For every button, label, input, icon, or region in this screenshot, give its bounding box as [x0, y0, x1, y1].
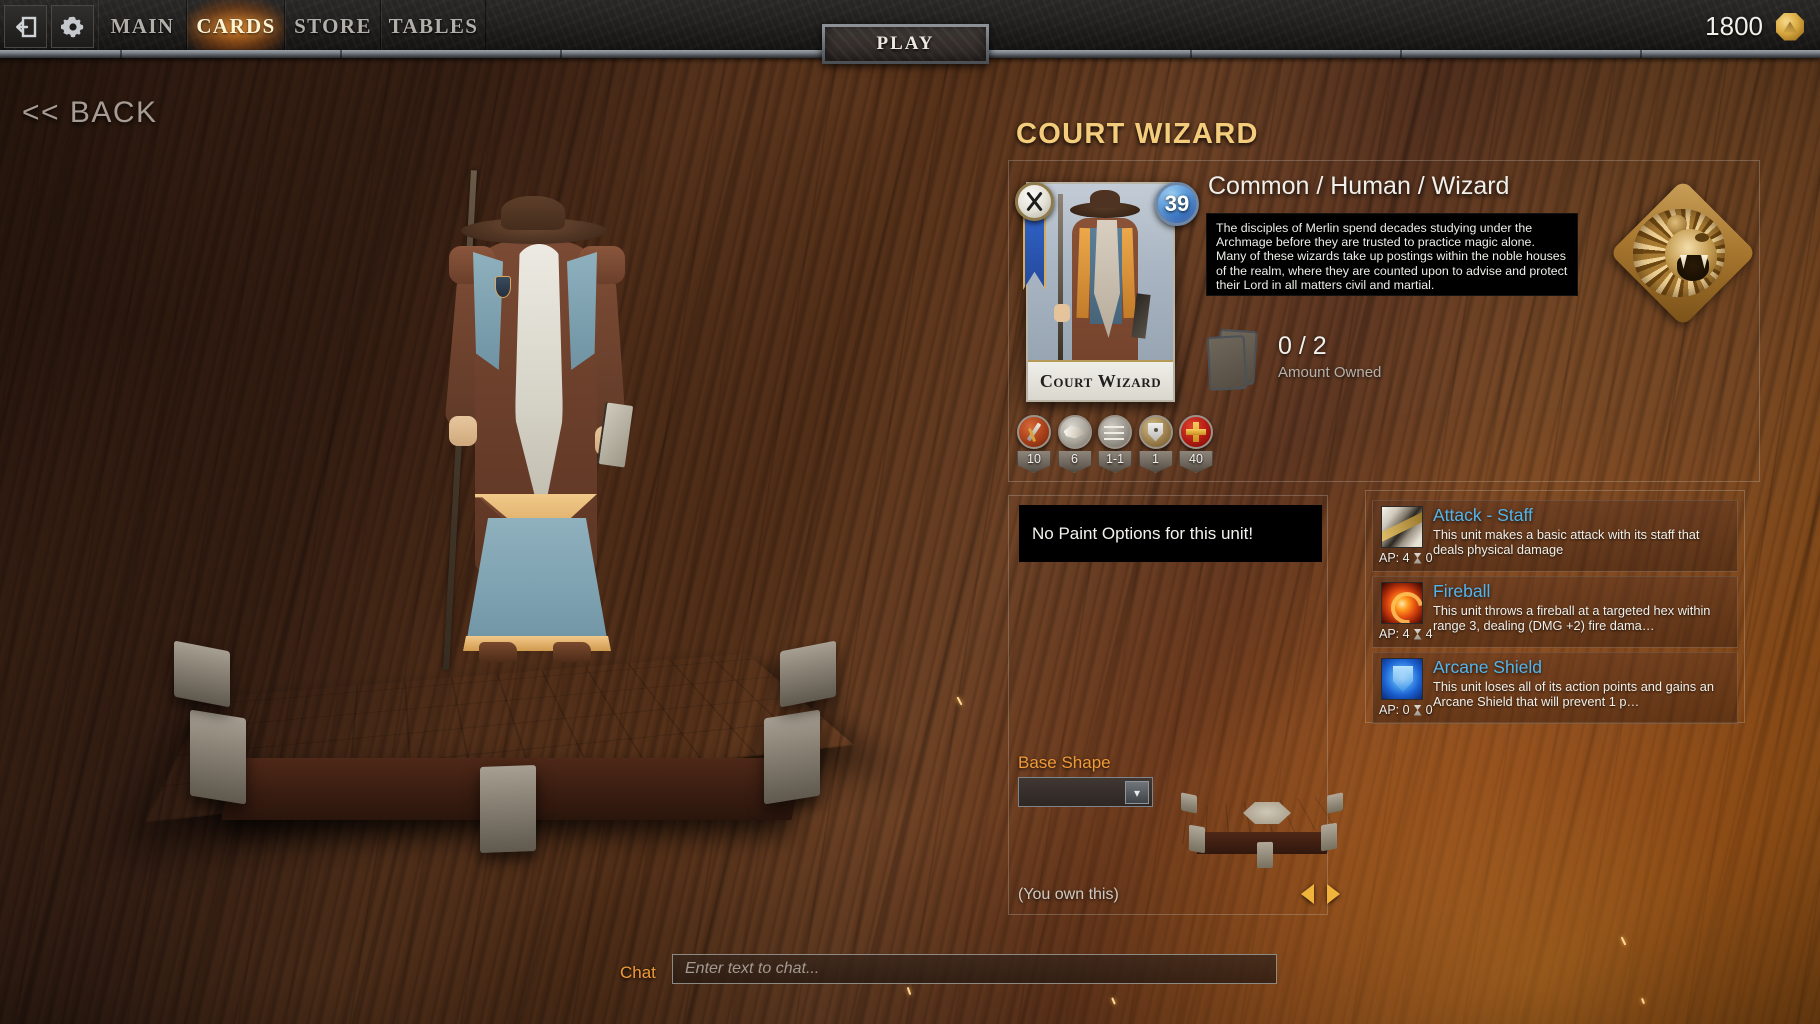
shield-icon: [1138, 415, 1173, 449]
stat-defense-value: 1: [1138, 451, 1173, 473]
ability-name: Attack - Staff: [1433, 505, 1533, 525]
card-subtitle: Common / Human / Wizard: [1208, 172, 1510, 200]
ability-cooldown: 0: [1425, 551, 1433, 565]
card-cost-gem: 39: [1155, 182, 1199, 226]
play-button-label: PLAY: [825, 27, 986, 61]
wizard-right-boot: [553, 642, 591, 662]
arrows-icon: [1098, 415, 1132, 449]
stat-attack[interactable]: 10: [1017, 415, 1051, 473]
ability-row[interactable]: AP: 4 4 Fireball This unit throws a fire…: [1372, 576, 1738, 648]
stat-health[interactable]: 40: [1179, 415, 1213, 473]
base-shape-dropdown[interactable]: ▾: [1018, 777, 1153, 807]
ability-description: This unit throws a fireball at a targete…: [1433, 603, 1711, 634]
wing-icon: [1057, 415, 1092, 449]
board-corner: [780, 640, 836, 708]
app-stage: MAIN CARDS STORE TABLES 1800 PLAY << BAC…: [0, 0, 1820, 1024]
crossed-swords-medallion-icon: [1015, 182, 1054, 221]
tab-label: CARDS: [196, 14, 276, 38]
gear-icon[interactable]: [51, 5, 94, 48]
unit-3d-viewport[interactable]: [120, 170, 920, 930]
card-lore-box: The disciples of Merlin spend decades st…: [1206, 213, 1578, 296]
ability-cost: AP: 0 0: [1379, 703, 1433, 717]
stat-attack-value: 10: [1017, 451, 1051, 473]
stat-move-value: 6: [1057, 451, 1092, 473]
ability-cost: AP: 4 0: [1379, 551, 1433, 565]
tab-label: STORE: [294, 14, 372, 38]
owned-count-label: Amount Owned: [1278, 364, 1382, 381]
board-corner: [174, 640, 230, 708]
hourglass-icon: [1413, 704, 1422, 716]
owned-cards-icon: [1206, 328, 1258, 392]
sidebar-item-tables[interactable]: TABLES: [381, 0, 486, 53]
currency-amount: 1800: [1705, 11, 1763, 41]
gold-coin-icon: [1776, 12, 1804, 41]
cross-icon: [1179, 415, 1213, 449]
base-shape-preview: [1165, 780, 1365, 890]
stat-health-value: 40: [1179, 451, 1213, 473]
exit-door-icon[interactable]: [4, 5, 47, 48]
ability-name: Fireball: [1433, 581, 1491, 601]
ability-cost: AP: 4 4: [1379, 627, 1433, 641]
hourglass-icon: [1413, 628, 1422, 640]
wizard-hat-crown: [501, 196, 565, 230]
play-button[interactable]: PLAY: [822, 24, 989, 64]
card-lore-text: The disciples of Merlin spend decades st…: [1216, 221, 1568, 292]
ability-row[interactable]: AP: 0 0 Arcane Shield This unit loses al…: [1372, 652, 1738, 724]
fireball-icon: [1381, 582, 1423, 624]
ability-ap: AP: 4: [1379, 627, 1410, 641]
chat-placeholder: Enter text to chat...: [685, 960, 820, 977]
sidebar-item-cards[interactable]: CARDS: [187, 0, 285, 53]
ability-ap: AP: 0: [1379, 703, 1410, 717]
ability-cooldown: 0: [1425, 703, 1433, 717]
ability-cooldown: 4: [1425, 627, 1433, 641]
card-cost-value: 39: [1164, 191, 1190, 216]
ability-description: This unit makes a basic attack with its …: [1433, 527, 1700, 558]
base-next-arrow-right-icon[interactable]: [1327, 884, 1340, 904]
lion-head-emblem-icon: [1609, 179, 1757, 327]
stat-defense[interactable]: 1: [1138, 415, 1173, 473]
sword-icon: [1017, 415, 1051, 449]
ability-name: Arcane Shield: [1433, 657, 1542, 677]
card-nameplate-label: Court Wizard: [1039, 370, 1162, 391]
wizard-left-collar: [473, 252, 503, 370]
ability-description: This unit loses all of its action points…: [1433, 679, 1714, 710]
owned-count-value: 0 / 2: [1278, 332, 1327, 360]
ability-row[interactable]: AP: 4 0 Attack - Staff This unit makes a…: [1372, 500, 1738, 572]
chat-input[interactable]: Enter text to chat...: [672, 954, 1277, 984]
card-nameplate: Court Wizard: [1028, 360, 1173, 400]
sidebar-item-main[interactable]: MAIN: [98, 0, 187, 53]
base-shape-label: Base Shape: [1018, 753, 1111, 772]
board-corner: [764, 709, 820, 805]
stat-range[interactable]: 1-1: [1098, 415, 1132, 473]
wizard-right-collar: [567, 252, 597, 370]
back-button[interactable]: << BACK: [22, 96, 158, 130]
wizard-shoulder-crest: [495, 276, 511, 298]
base-prev-arrow-left-icon[interactable]: [1301, 884, 1314, 904]
chevron-down-icon[interactable]: ▾: [1125, 781, 1149, 804]
chat-label: Chat: [620, 963, 656, 982]
ability-ap: AP: 4: [1379, 551, 1410, 565]
currency-display: 1800: [1705, 0, 1804, 53]
wizard-model: [403, 170, 663, 670]
sidebar-item-store[interactable]: STORE: [285, 0, 381, 53]
hourglass-icon: [1413, 552, 1422, 564]
staff-icon: [1381, 506, 1423, 548]
paint-options-message: No Paint Options for this unit!: [1019, 505, 1322, 562]
tab-label: MAIN: [110, 14, 175, 38]
page-title: COURT WIZARD: [1016, 118, 1259, 150]
board-corner: [190, 709, 246, 805]
stat-move[interactable]: 6: [1057, 415, 1092, 473]
wizard-left-boot: [479, 642, 517, 662]
unit-stats-row: 10 6 1-1 1 40: [1017, 415, 1213, 473]
tab-label: TABLES: [388, 14, 479, 38]
paint-options-text: No Paint Options for this unit!: [1032, 523, 1254, 543]
wizard-skirt: [465, 518, 609, 650]
stat-range-value: 1-1: [1098, 451, 1132, 473]
arcane-shield-icon: [1381, 658, 1423, 700]
wizard-left-hand: [449, 416, 477, 446]
base-ownership-note: (You own this): [1018, 886, 1119, 903]
board-corner: [480, 765, 536, 853]
